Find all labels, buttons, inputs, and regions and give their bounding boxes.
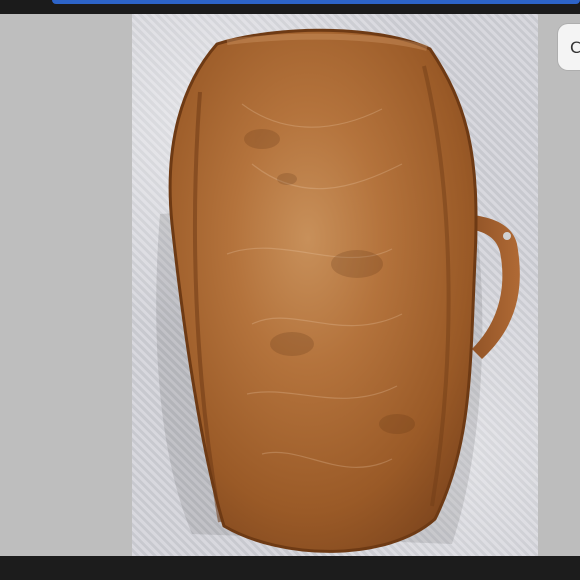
viewer-side-button-label: C (570, 37, 580, 57)
bag-body (168, 28, 478, 553)
left-gutter (0, 14, 132, 556)
bottom-bar (0, 556, 580, 580)
image-viewer: C (0, 0, 580, 580)
product-photo (132, 14, 538, 556)
top-accent-strip (52, 0, 580, 4)
strap-ring (503, 232, 511, 240)
viewer-side-button[interactable]: C (558, 24, 580, 70)
leather-bag-image (156, 28, 520, 553)
right-gutter (538, 14, 580, 556)
